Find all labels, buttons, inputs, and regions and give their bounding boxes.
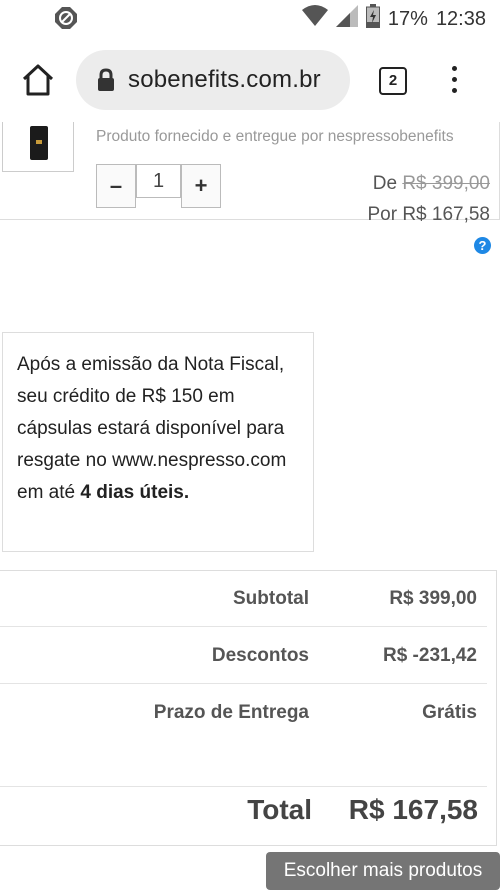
shipping-value: Grátis <box>422 702 477 723</box>
total-value: R$ 167,58 <box>348 794 478 825</box>
battery-icon <box>365 4 380 34</box>
wifi-icon <box>301 5 328 33</box>
quantity-increase-button[interactable]: + <box>181 164 221 208</box>
credit-info-bold: 4 dias úteis. <box>80 482 190 503</box>
original-price-value: R$ 399,00 <box>402 173 490 194</box>
home-button[interactable] <box>20 62 56 98</box>
original-price: De R$ 399,00 <box>373 173 490 195</box>
status-bar: 17% 12:38 <box>0 0 500 38</box>
battery-percent: 17% <box>387 7 428 30</box>
tab-switcher-button[interactable]: 2 <box>379 67 407 95</box>
home-icon <box>20 64 56 102</box>
overflow-menu-icon[interactable] <box>448 66 460 96</box>
subtotal-label: Subtotal <box>233 588 309 609</box>
total-label: Total <box>247 794 312 825</box>
choose-more-products-button[interactable]: Escolher mais produtos <box>266 852 500 890</box>
subtotal-row: Subtotal R$ 399,00 <box>0 571 487 627</box>
credit-info-box: Após a emissão da Nota Fiscal, seu crédi… <box>2 332 314 552</box>
original-price-label: De <box>372 173 398 194</box>
shipping-row: Prazo de Entrega Grátis <box>0 685 487 787</box>
sale-price: Por R$ 167,58 <box>367 204 490 226</box>
address-bar[interactable]: sobenefits.com.br <box>76 50 350 110</box>
clock: 12:38 <box>435 7 486 30</box>
quantity-input[interactable]: 1 <box>136 164 181 198</box>
discounts-row: Descontos R$ -231,42 <box>0 628 487 684</box>
coffee-machine-image <box>30 126 48 160</box>
browser-toolbar: sobenefits.com.br 2 <box>0 38 500 122</box>
subtotal-value: R$ 399,00 <box>389 588 477 609</box>
credit-info-text: Após a emissão da Nota Fiscal, seu crédi… <box>17 354 287 503</box>
help-icon[interactable]: ? <box>474 237 491 254</box>
shipping-label: Prazo de Entrega <box>153 702 309 723</box>
lock-icon <box>96 68 116 92</box>
product-thumbnail[interactable] <box>2 122 74 172</box>
blocked-notification-icon <box>54 6 78 36</box>
sale-price-value: R$ 167,58 <box>402 204 490 225</box>
discounts-value: R$ -231,42 <box>382 645 477 666</box>
url-text: sobenefits.com.br <box>128 66 321 93</box>
sale-price-label: Por <box>367 204 398 225</box>
discounts-label: Descontos <box>211 645 309 666</box>
signal-icon <box>335 5 358 33</box>
supplier-note: Produto fornecido e entregue por nespres… <box>96 128 454 145</box>
quantity-decrease-button[interactable]: – <box>96 164 136 208</box>
